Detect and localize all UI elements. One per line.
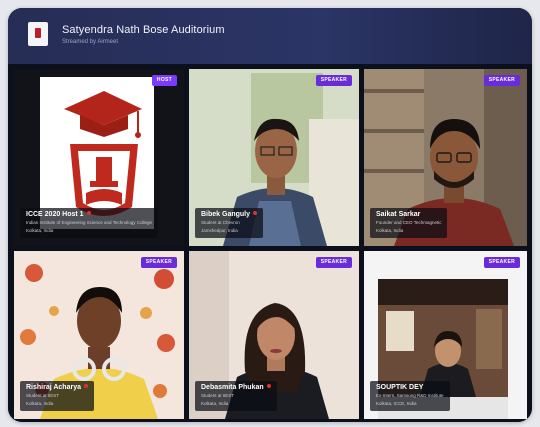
video-tile-speaker[interactable]: SPEAKER SOUPTIK DEY Ex-Intern, Samsung R…	[364, 251, 527, 419]
speaker-badge: SPEAKER	[483, 75, 520, 86]
event-header: Satyendra Nath Bose Auditorium Streamed …	[8, 8, 532, 64]
event-subtitle: Streamed by Airmeet	[62, 39, 119, 45]
participant-name: Bibek Ganguly	[201, 211, 251, 218]
video-tile-speaker[interactable]: SPEAKER Debasmita Phukan Student at IIES…	[189, 251, 359, 419]
participant-location: Kolkata, ICCE, India	[376, 401, 417, 406]
video-tile-speaker[interactable]: SPEAKER Rishiraj Acharya Student at IIES…	[14, 251, 184, 419]
participant-name: Debasmita Phukan	[201, 384, 264, 391]
participant-name: SOUPTIK DEY	[376, 384, 424, 391]
speaker-badge: SPEAKER	[315, 75, 352, 86]
nameplate: Bibek Ganguly Student at Chevron Jamshed…	[195, 208, 264, 238]
participant-location: Kolkata, India	[201, 401, 229, 406]
airmeet-window: Satyendra Nath Bose Auditorium Streamed …	[8, 8, 532, 422]
speaker-stage: HOST ICCE 2020 Host 1 Indian Institute o…	[8, 64, 532, 422]
participant-affiliation: Founder and CEO Techmagnetic	[376, 220, 442, 225]
nameplate: Saikat Sarkar Founder and CEO Techmagnet…	[370, 208, 448, 238]
participant-location: Jamshedpur, India	[201, 228, 238, 233]
participant-affiliation: Student at IIEST	[201, 393, 235, 398]
participant-affiliation: Student at Chevron	[201, 220, 240, 225]
mic-muted-icon	[86, 211, 91, 215]
participant-name: Saikat Sarkar	[376, 211, 421, 218]
speaker-badge: SPEAKER	[140, 257, 177, 268]
mic-muted-icon	[84, 384, 88, 388]
participant-affiliation: Student at IIEST	[26, 393, 60, 398]
video-tile-host[interactable]: HOST ICCE 2020 Host 1 Indian Institute o…	[14, 69, 184, 246]
participant-name-row: Debasmita Phukan	[201, 384, 271, 391]
institute-logo[interactable]	[28, 22, 48, 46]
participant-location: Kolkata, India	[376, 228, 404, 233]
nameplate: SOUPTIK DEY Ex-Intern, Samsung R&D Insti…	[370, 381, 450, 411]
participant-affiliation: Indian Institute of Engineering Science …	[26, 220, 153, 225]
nameplate: ICCE 2020 Host 1 Indian Institute of Eng…	[20, 208, 159, 238]
event-title: Satyendra Nath Bose Auditorium	[62, 24, 225, 36]
participant-affiliation: Ex-Intern, Samsung R&D Institute	[376, 393, 444, 398]
video-tile-speaker[interactable]: SPEAKER Bibek Ganguly Student at Chevron…	[189, 69, 359, 246]
nameplate: Rishiraj Acharya Student at IIEST Kolkat…	[20, 381, 94, 411]
participant-name-row: Rishiraj Acharya	[26, 384, 88, 391]
participant-location: Kolkata, India	[26, 228, 54, 233]
mic-muted-icon	[266, 384, 271, 388]
speaker-badge: SPEAKER	[315, 257, 352, 268]
participant-name: ICCE 2020 Host 1	[26, 211, 84, 218]
participant-name-row: ICCE 2020 Host 1	[26, 211, 152, 218]
participant-name: Rishiraj Acharya	[26, 384, 81, 391]
speaker-badge: SPEAKER	[483, 257, 520, 268]
video-tile-speaker[interactable]: SPEAKER Saikat Sarkar Founder and CEO Te…	[364, 69, 527, 246]
nameplate: Debasmita Phukan Student at IIEST Kolkat…	[195, 381, 277, 411]
participant-location: Kolkata, India	[26, 401, 54, 406]
mic-muted-icon	[253, 211, 258, 215]
participant-name-row: Bibek Ganguly	[201, 211, 258, 218]
host-badge: HOST	[151, 75, 177, 86]
